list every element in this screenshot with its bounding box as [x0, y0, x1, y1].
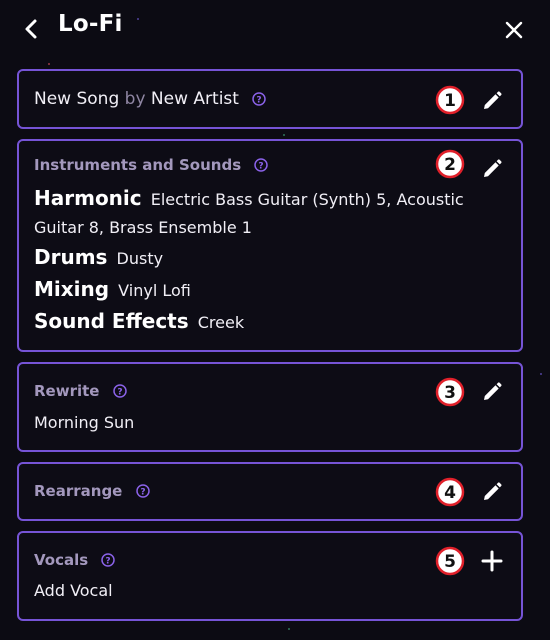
- vocals-title-label: Vocals: [34, 551, 89, 569]
- vocals-title: Vocals ?: [34, 551, 116, 569]
- harmonic-label: Harmonic: [34, 186, 142, 210]
- song-by-label: by: [124, 89, 146, 109]
- song-card[interactable]: New Song by New Artist ? 1: [17, 69, 523, 129]
- background-speck: [540, 373, 542, 375]
- help-icon[interactable]: ?: [135, 484, 150, 498]
- mixing-row: Mixing Vinyl Lofi: [34, 277, 191, 301]
- close-icon: [505, 21, 523, 39]
- drums-label: Drums: [34, 245, 108, 269]
- step-badge-5: 5: [435, 546, 465, 576]
- svg-text:3: 3: [444, 383, 456, 403]
- pencil-icon: [484, 482, 502, 500]
- step-badge-2: 2: [435, 149, 465, 179]
- help-icon[interactable]: ?: [254, 158, 269, 172]
- rewrite-title: Rewrite ?: [34, 382, 127, 400]
- step-badge-1: 1: [435, 85, 465, 115]
- instruments-title-label: Instruments and Sounds: [34, 156, 242, 174]
- sound-effects-label: Sound Effects: [34, 309, 189, 333]
- back-button[interactable]: [20, 16, 44, 42]
- page-title: Lo-Fi: [58, 11, 123, 37]
- song-title-line: New Song by New Artist ?: [34, 89, 267, 109]
- edit-rewrite-button[interactable]: [481, 381, 503, 403]
- mixing-label: Mixing: [34, 277, 110, 301]
- mixing-value: Vinyl Lofi: [118, 281, 191, 300]
- svg-text:?: ?: [257, 96, 262, 106]
- sound-effects-row: Sound Effects Creek: [34, 309, 244, 333]
- edit-instruments-button[interactable]: [481, 158, 503, 180]
- edit-rearrange-button[interactable]: [481, 481, 503, 503]
- svg-text:?: ?: [106, 557, 111, 567]
- harmonic-row: Harmonic Electric Bass Guitar (Synth) 5,…: [34, 184, 504, 242]
- pencil-icon: [484, 91, 502, 109]
- instruments-title: Instruments and Sounds ?: [34, 156, 269, 174]
- add-vocal-button[interactable]: [481, 550, 503, 572]
- svg-text:5: 5: [444, 552, 456, 572]
- help-icon[interactable]: ?: [252, 92, 267, 106]
- step-badge-4: 4: [435, 477, 465, 507]
- help-icon[interactable]: ?: [112, 384, 127, 398]
- chevron-left-icon: [25, 19, 37, 39]
- drums-value: Dusty: [116, 249, 164, 268]
- svg-text:1: 1: [444, 91, 456, 111]
- background-speck: [48, 63, 50, 65]
- svg-text:?: ?: [259, 162, 264, 172]
- close-button[interactable]: [503, 19, 525, 41]
- lofi-settings-panel: Lo-Fi New Song by New Artist ? 1 Instrum…: [0, 0, 550, 640]
- drums-row: Drums Dusty: [34, 245, 163, 269]
- edit-song-button[interactable]: [481, 90, 503, 112]
- plus-icon: [481, 550, 503, 572]
- instruments-card[interactable]: Instruments and Sounds ? 2 Harmonic Elec…: [17, 139, 523, 352]
- rearrange-card[interactable]: Rearrange ? 4: [17, 462, 523, 521]
- background-speck: [283, 134, 285, 136]
- svg-text:?: ?: [117, 388, 122, 398]
- svg-text:?: ?: [140, 488, 145, 498]
- background-speck: [288, 628, 290, 630]
- add-vocal-link[interactable]: Add Vocal: [34, 581, 113, 600]
- rearrange-title-label: Rearrange: [34, 482, 123, 500]
- rearrange-title: Rearrange ?: [34, 482, 150, 500]
- step-badge-3: 3: [435, 377, 465, 407]
- sound-effects-value: Creek: [197, 313, 245, 332]
- pencil-icon: [484, 382, 502, 400]
- vocals-card[interactable]: Vocals ? 5 Add Vocal: [17, 531, 523, 621]
- help-icon[interactable]: ?: [101, 553, 116, 567]
- rewrite-value: Morning Sun: [34, 413, 135, 432]
- pencil-icon: [484, 159, 502, 177]
- svg-text:4: 4: [444, 483, 456, 503]
- rewrite-title-label: Rewrite: [34, 382, 100, 400]
- song-name: New Song: [34, 89, 120, 109]
- rewrite-card[interactable]: Rewrite ? 3 Morning Sun: [17, 362, 523, 452]
- panel-header: Lo-Fi: [0, 0, 550, 58]
- song-artist: New Artist: [150, 89, 239, 109]
- svg-text:2: 2: [444, 155, 456, 175]
